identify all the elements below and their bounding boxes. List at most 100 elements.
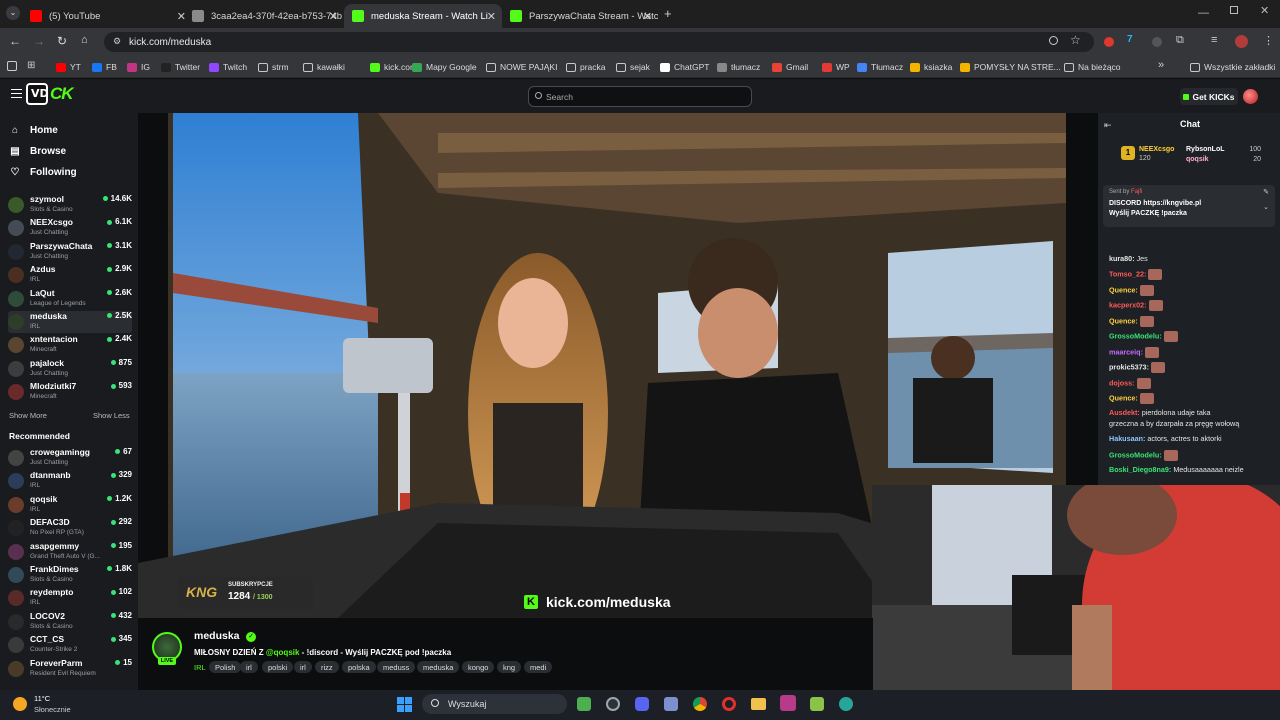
sidebar-channel-following[interactable]: Mlodziutki7 Minecraft 593 <box>8 381 132 403</box>
apps-grid-icon[interactable] <box>7 61 17 71</box>
taskbar-app-icon[interactable] <box>577 697 591 711</box>
taskbar-search[interactable]: Wyszukaj <box>422 694 567 714</box>
taskbar-app-icon[interactable] <box>606 697 620 711</box>
profile-avatar[interactable] <box>1235 35 1248 48</box>
bookmark-item[interactable]: Mapy Google <box>412 60 477 74</box>
unpin-icon[interactable]: ✎ <box>1263 188 1269 196</box>
chat-message[interactable]: Quence: <box>1109 285 1154 296</box>
stream-tag[interactable]: medi <box>524 661 553 673</box>
get-kicks-button[interactable]: Get KICKs <box>1180 88 1238 105</box>
bookmark-item[interactable]: Tłumacz <box>857 60 903 74</box>
chat-message[interactable]: Boski_Diego8na9: Medusaaaaaaa neizle <box>1109 465 1244 474</box>
sidebar-channel-recommended[interactable]: FrankDimes Slots & Casino 1.8K <box>8 564 132 586</box>
sidebar-channel-following[interactable]: NEEXcsgo Just Chatting 6.1K <box>8 217 132 239</box>
home-icon[interactable]: ⌂ <box>81 34 88 46</box>
bookmark-item[interactable]: tłumacz <box>717 60 760 74</box>
sidebar-channel-recommended[interactable]: DEFAC3D No Pixel RP (GTA) 292 <box>8 517 132 539</box>
stream-tag[interactable]: irl <box>294 661 312 673</box>
stream-tag[interactable]: rizz <box>315 661 339 673</box>
expand-pinned-icon[interactable]: ⌄ <box>1263 203 1269 211</box>
chat-message[interactable]: Ausdekt: pierdolona udaje taka <box>1109 408 1210 417</box>
sidebar-channel-following[interactable]: pajalock Just Chatting 875 <box>8 358 132 380</box>
windows-start-icon[interactable] <box>397 697 412 712</box>
kick-logo[interactable]: VD CK <box>26 83 86 105</box>
weather-icon[interactable] <box>13 697 27 711</box>
taskbar-app-icon[interactable] <box>664 697 678 711</box>
url-field[interactable]: ⚙ kick.com/meduska <box>104 32 1094 52</box>
browser-tab[interactable]: 3caa2ea4-370f-42ea-b753-74b ✕ <box>184 4 344 28</box>
sidebar-channel-following[interactable]: ParszywaChata Just Chatting 3.1K <box>8 241 132 263</box>
chat-message[interactable]: Quence: <box>1109 316 1154 327</box>
bookmark-star-icon[interactable]: ☆ <box>1070 33 1081 47</box>
browser-tab[interactable]: ParszywaChata Stream - Watch ✕ <box>502 4 658 28</box>
sidebar-channel-following[interactable]: LaQut League of Legends 2.6K <box>8 288 132 310</box>
chat-message[interactable]: Tomso_22: <box>1109 269 1163 280</box>
bookmark-item[interactable]: FB <box>92 60 117 74</box>
chat-message[interactable]: kacperx02: <box>1109 300 1163 311</box>
nav-browse[interactable]: ▤ Browse <box>10 142 66 160</box>
chat-message[interactable]: grzeczna a by dzarpała za pręgę wołową <box>1109 419 1239 428</box>
chat-username[interactable]: Boski_Diego8na9 <box>1109 465 1169 474</box>
chat-username[interactable]: kacperx02 <box>1109 300 1144 309</box>
show-more-button[interactable]: Show More <box>9 411 47 420</box>
reload-icon[interactable]: ↻ <box>57 34 67 48</box>
site-info-icon[interactable]: ⚙ <box>113 36 121 47</box>
stream-tag[interactable]: polska <box>342 661 376 673</box>
chat-username[interactable]: Quence <box>1109 316 1135 325</box>
zoom-icon[interactable] <box>1049 36 1058 45</box>
chat-message[interactable]: maarceiq: <box>1109 347 1159 358</box>
bookmark-item[interactable]: WP <box>822 60 850 74</box>
stream-tag[interactable]: kongo <box>462 661 495 673</box>
stream-tag[interactable]: kng <box>497 661 522 673</box>
extension-7tv-icon[interactable]: 7 <box>1127 34 1133 45</box>
chat-message[interactable]: kura80: Jes <box>1109 254 1148 263</box>
opera-icon[interactable] <box>722 697 736 711</box>
apps-icon[interactable]: ⊞ <box>27 60 35 71</box>
window-close-button[interactable]: ✕ <box>1260 4 1269 17</box>
sidebar-channel-following[interactable]: xntentacion Minecraft 2.4K <box>8 334 132 356</box>
sidebar-channel-recommended[interactable]: CCT_CS Counter-Strike 2 345 <box>8 634 132 656</box>
chat-message[interactable]: dojoss: <box>1109 378 1151 389</box>
sidebar-channel-recommended[interactable]: crowegamingg Just Chatting 67 <box>8 447 132 469</box>
bookmark-item[interactable]: YT <box>56 60 81 74</box>
bookmark-item[interactable]: sejak <box>616 60 650 74</box>
chat-username[interactable]: maarceiq <box>1109 347 1141 356</box>
bookmark-item[interactable]: kick.com <box>370 60 417 74</box>
bookmark-item[interactable]: POMYSŁY NA STRE... <box>960 60 1061 74</box>
sidebar-channel-following[interactable]: Azdus IRL 2.9K <box>8 264 132 286</box>
chat-message[interactable]: Quence: <box>1109 393 1154 404</box>
discord-icon[interactable] <box>635 697 649 711</box>
bookmark-item[interactable]: strm <box>258 60 289 74</box>
close-tab-icon[interactable]: ✕ <box>643 10 652 23</box>
close-tab-icon[interactable]: ✕ <box>487 10 496 23</box>
sidebar-channel-recommended[interactable]: ForeverParm Resident Evil Requiem 15 <box>8 658 132 680</box>
bookmark-item[interactable]: pracka <box>566 60 606 74</box>
window-minimize-button[interactable]: — <box>1198 7 1209 19</box>
back-icon[interactable]: ← <box>9 34 21 48</box>
bookmark-item[interactable]: ksiazka <box>910 60 952 74</box>
stream-category[interactable]: IRL <box>194 661 206 673</box>
browser-menu-icon[interactable]: ⋮ <box>1263 34 1274 47</box>
sidebar-channel-following[interactable]: szymool Slots & Casino 14.6K <box>8 194 132 216</box>
chat-message[interactable]: GrossoModelu: <box>1109 331 1178 342</box>
stream-tag[interactable]: Polish <box>209 661 242 673</box>
site-search-input[interactable]: Search <box>528 86 752 107</box>
all-bookmarks-folder[interactable]: Wszystkie zakładki <box>1190 60 1275 74</box>
chat-username[interactable]: dojoss <box>1109 378 1132 387</box>
sidebar-channel-recommended[interactable]: asapgemmy Grand Theft Auto V (G... 195 <box>8 541 132 563</box>
tab-list-chevron-icon[interactable]: ⌄ <box>6 6 20 20</box>
pinned-message[interactable]: Sent by Fajfi DISCORD https://kngvibe.pl… <box>1103 185 1275 227</box>
sidebar-channel-following[interactable]: meduska IRL 2.5K <box>8 311 132 333</box>
bookmark-item[interactable]: Gmail <box>772 60 808 74</box>
new-tab-button[interactable]: + <box>664 6 672 21</box>
extensions-puzzle-icon[interactable]: ⧉ <box>1176 34 1184 47</box>
chat-message[interactable]: Hakusaan: actors, actres to aktorki <box>1109 434 1222 443</box>
stream-tag[interactable]: polski <box>262 661 294 673</box>
collapse-chat-icon[interactable]: ⇤ <box>1104 120 1112 131</box>
media-control-icon[interactable]: ≡ <box>1211 34 1217 46</box>
streamer-name[interactable]: meduska <box>194 630 240 642</box>
stream-tag[interactable]: irl <box>240 661 258 673</box>
chat-message[interactable]: GrossoModelu: <box>1109 450 1178 461</box>
close-tab-icon[interactable]: ✕ <box>329 10 338 23</box>
stream-tag[interactable]: meduss <box>377 661 416 673</box>
